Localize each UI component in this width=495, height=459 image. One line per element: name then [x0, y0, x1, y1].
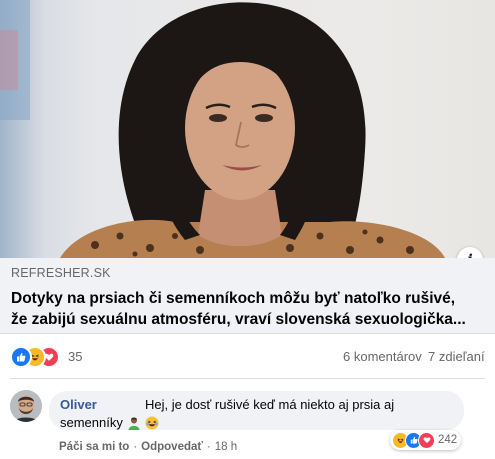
- headline-line-2: že zabijú sexuálnu atmosféru, vraví slov…: [11, 311, 466, 328]
- post-stats-bar: 35 6 komentárov 7 zdieľaní: [0, 334, 495, 378]
- comment-bubble: Oliver Hej, je dosť rušivé keď má niekto…: [49, 391, 464, 430]
- headline-line-1: Dotyky na prsiach či semenníkoch môžu by…: [11, 290, 456, 307]
- comment-timestamp[interactable]: 18 h: [215, 441, 237, 453]
- reaction-count[interactable]: 35: [68, 349, 82, 364]
- link-preview[interactable]: REFRESHER.SK Dotyky na prsiach či semenn…: [0, 258, 495, 334]
- like-icon: [10, 346, 32, 368]
- comment-reactions[interactable]: 242: [390, 430, 462, 450]
- person-emoji-icon: [127, 416, 141, 430]
- comment-text-line-2-text: semenníky: [60, 415, 123, 430]
- shares-count-link[interactable]: 7 zdieľaní: [428, 349, 485, 364]
- separator: ·: [206, 441, 211, 453]
- comments-count-link[interactable]: 6 komentárov: [343, 349, 422, 364]
- laughing-emoji-icon: [145, 416, 159, 430]
- like-comment-button[interactable]: Páči sa mi to: [59, 441, 129, 453]
- comment-author[interactable]: Oliver: [60, 397, 97, 412]
- link-headline[interactable]: Dotyky na prsiach či semenníkoch môžu by…: [11, 288, 489, 330]
- article-photo[interactable]: [0, 0, 495, 258]
- divider: [10, 378, 485, 379]
- avatar[interactable]: [10, 390, 42, 422]
- comment-reaction-count: 242: [438, 434, 458, 446]
- comment-text-line-1: Hej, je dosť rušivé keď má niekto aj prs…: [145, 397, 395, 412]
- comment-text-line-2: semenníky: [60, 415, 159, 430]
- comment-actions: Páči sa mi to · Odpovedať · 18 h: [59, 441, 237, 453]
- woman-portrait-image: [0, 0, 445, 258]
- love-icon: [418, 431, 435, 449]
- separator: ·: [133, 441, 138, 453]
- reply-button[interactable]: Odpovedať: [141, 441, 203, 453]
- link-source: REFRESHER.SK: [11, 266, 111, 280]
